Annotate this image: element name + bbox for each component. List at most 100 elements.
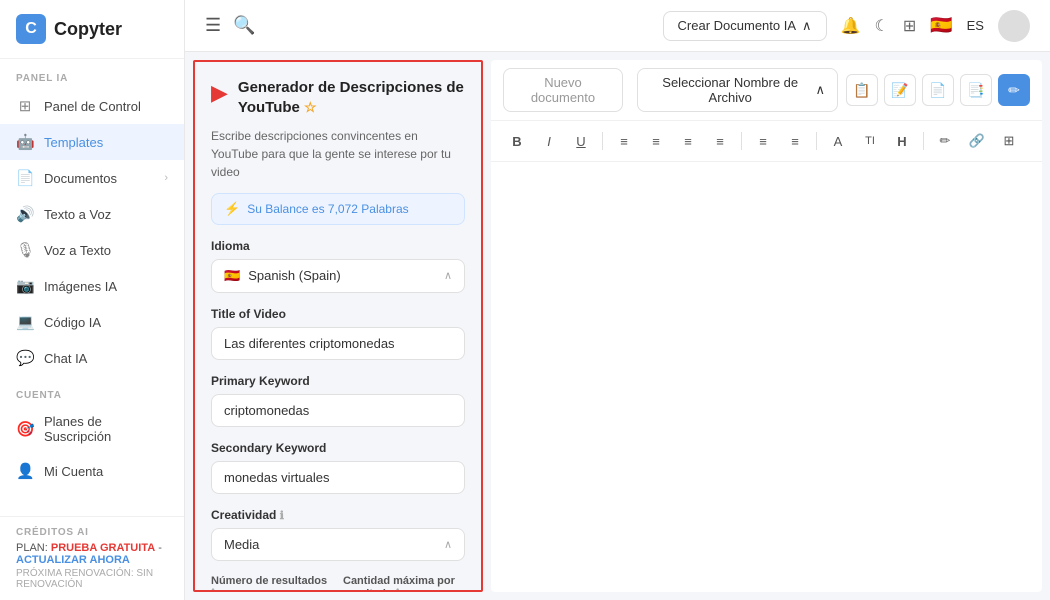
plan-update-link[interactable]: ACTUALIZAR AHORA xyxy=(16,554,130,566)
sidebar-item-voz-a-texto[interactable]: 🎙 Voz a Texto xyxy=(0,232,184,268)
fmt-list-ol[interactable]: ≡ xyxy=(749,127,777,155)
sidebar-item-label: Voz a Texto xyxy=(44,243,111,258)
code-icon: 💻 xyxy=(16,313,34,331)
panel-title-text: Generador de Descripciones de YouTube xyxy=(238,79,464,116)
toolbar-icon-edit[interactable]: 📝 xyxy=(884,74,916,106)
toolbar-icon-active[interactable]: ✏ xyxy=(998,74,1030,106)
idioma-select[interactable]: 🇪🇸 Spanish (Spain) ∧ xyxy=(211,259,465,293)
fmt-bold[interactable]: B xyxy=(503,127,531,155)
doc-name-button[interactable]: Nuevo documento xyxy=(503,68,623,112)
crear-documento-button[interactable]: Crear Documento IA ∧ xyxy=(663,11,827,41)
sidebar-logo: C Copyter xyxy=(0,0,184,59)
cantidad-maxima-col: Cantidad máxima por resultado ℹ 100 xyxy=(343,575,465,593)
sidebar-item-codigo-ia[interactable]: 💻 Código IA xyxy=(0,304,184,340)
toolbar-icon-document[interactable]: 📄 xyxy=(922,74,954,106)
sidebar-section-panel-ia: PANEL IA xyxy=(0,59,184,88)
sidebar-item-templates[interactable]: 🤖 Templates xyxy=(0,124,184,160)
toolbar-icons: 📋 📝 📄 📑 ✏ xyxy=(846,74,1030,106)
editor-area[interactable] xyxy=(491,162,1042,592)
star-icon[interactable]: ☆ xyxy=(304,99,317,115)
sidebar-item-panel-control[interactable]: ⊞ Panel de Control xyxy=(0,88,184,124)
idioma-value: Spanish (Spain) xyxy=(248,268,341,283)
panel-left: ▶ Generador de Descripciones de YouTube … xyxy=(193,60,483,592)
user-icon: 👤 xyxy=(16,462,34,480)
target-icon: 🎯 xyxy=(16,420,34,438)
logo-box: C xyxy=(16,14,46,44)
title-of-video-input[interactable]: Las diferentes criptomonedas xyxy=(211,327,465,360)
fmt-sep-4 xyxy=(923,132,924,150)
sidebar-section-cuenta: CUENTA xyxy=(0,376,184,405)
crear-chevron: ∧ xyxy=(802,18,812,34)
avatar[interactable] xyxy=(998,10,1030,42)
numero-resultados-col: Número de resultados ℹ 1 xyxy=(211,575,333,593)
grid-icon: ⊞ xyxy=(16,97,34,115)
chat-icon: 💬 xyxy=(16,349,34,367)
camera-icon: 📷 xyxy=(16,277,34,295)
fmt-align-right[interactable]: ≡ xyxy=(674,127,702,155)
doc-name-label: Nuevo documento xyxy=(531,75,595,105)
sidebar-item-label: Templates xyxy=(44,135,103,150)
sidebar-item-chat-ia[interactable]: 💬 Chat IA xyxy=(0,340,184,376)
select-file-chevron: ∧ xyxy=(815,82,825,98)
bottom-section: Número de resultados ℹ 1 Cantidad máxima… xyxy=(211,575,465,593)
cantidad-info-icon[interactable]: ℹ xyxy=(396,588,400,593)
creatividad-select[interactable]: Media ∧ xyxy=(211,528,465,561)
logo-text: Copyter xyxy=(54,19,122,40)
toolbar-icon-clipboard[interactable]: 📋 xyxy=(846,74,878,106)
sidebar-item-imagenes-ia[interactable]: 📷 Imágenes IA xyxy=(0,268,184,304)
creatividad-group: Creatividad ℹ Media ∧ xyxy=(211,508,465,561)
fmt-font-color[interactable]: A xyxy=(824,127,852,155)
search-icon[interactable]: 🔍 xyxy=(233,15,255,36)
fmt-heading[interactable]: H xyxy=(888,127,916,155)
fmt-table[interactable]: ⊞ xyxy=(995,127,1023,155)
panel-right: Nuevo documento Seleccionar Nombre de Ar… xyxy=(491,60,1042,592)
title-of-video-value: Las diferentes criptomonedas xyxy=(224,336,395,351)
idioma-select-left: 🇪🇸 Spanish (Spain) xyxy=(224,268,341,284)
fmt-sep-3 xyxy=(816,132,817,150)
plan-free-link[interactable]: PRUEBA GRATUITA xyxy=(51,542,155,554)
numero-label-text: Número de resultados xyxy=(211,575,327,587)
primary-keyword-input[interactable]: criptomonedas xyxy=(211,394,465,427)
editor-format-bar: B I U ≡ ≡ ≡ ≡ ≡ ≡ A TI H ✏ 🔗 ⊞ xyxy=(491,121,1042,162)
sidebar-item-label: Panel de Control xyxy=(44,99,141,114)
renewal-text: PRÓXIMA RENOVACIÓN: SIN RENOVACIÓN xyxy=(16,568,168,590)
panel-description: Escribe descripciones convincentes en Yo… xyxy=(211,127,465,181)
fmt-align-justify[interactable]: ≡ xyxy=(706,127,734,155)
flag-icon: 🇪🇸 xyxy=(930,15,952,36)
sidebar-item-label: Planes de Suscripción xyxy=(44,414,168,444)
fmt-list-ul[interactable]: ≡ xyxy=(781,127,809,155)
fmt-underline[interactable]: U xyxy=(567,127,595,155)
mic-icon: 🎙 xyxy=(16,241,34,259)
fmt-pen[interactable]: ✏ xyxy=(931,127,959,155)
balance-bar: ⚡ Su Balance es 7,072 Palabras xyxy=(211,193,465,225)
sidebar-item-texto-a-voz[interactable]: 🔊 Texto a Voz xyxy=(0,196,184,232)
fmt-text-size[interactable]: TI xyxy=(856,127,884,155)
topnav-right: Crear Documento IA ∧ 🔔 ☾ ⊞ 🇪🇸 ES xyxy=(663,10,1030,42)
toolbar-icon-pages[interactable]: 📑 xyxy=(960,74,992,106)
creatividad-label: Creatividad ℹ xyxy=(211,508,465,522)
creatividad-info-icon[interactable]: ℹ xyxy=(280,510,284,522)
sidebar-item-planes[interactable]: 🎯 Planes de Suscripción xyxy=(0,405,184,453)
sidebar-item-mi-cuenta[interactable]: 👤 Mi Cuenta xyxy=(0,453,184,489)
menu-icon[interactable]: ☰ xyxy=(205,15,221,36)
select-file-button[interactable]: Seleccionar Nombre de Archivo ∧ xyxy=(637,68,838,112)
numero-info-icon[interactable]: ℹ xyxy=(211,588,215,593)
panel-title: Generador de Descripciones de YouTube ☆ xyxy=(238,79,464,116)
fmt-sep-2 xyxy=(741,132,742,150)
secondary-keyword-input[interactable]: monedas virtuales xyxy=(211,461,465,494)
expand-icon[interactable]: ⊞ xyxy=(903,16,916,36)
sidebar-item-documentos[interactable]: 📄 Documentos › xyxy=(0,160,184,196)
sidebar-item-label: Texto a Voz xyxy=(44,207,111,222)
fmt-align-center[interactable]: ≡ xyxy=(642,127,670,155)
fmt-align-left[interactable]: ≡ xyxy=(610,127,638,155)
select-file-label: Seleccionar Nombre de Archivo xyxy=(650,75,811,105)
plan-separator: - xyxy=(155,542,162,554)
bell-icon[interactable]: 🔔 xyxy=(841,16,861,36)
crear-label: Crear Documento IA xyxy=(678,18,797,33)
fmt-link[interactable]: 🔗 xyxy=(963,127,991,155)
fmt-italic[interactable]: I xyxy=(535,127,563,155)
document-icon: 📄 xyxy=(16,169,34,187)
sidebar-bottom: CRÉDITOS AI PLAN: PRUEBA GRATUITA - ACTU… xyxy=(0,516,184,600)
moon-icon[interactable]: ☾ xyxy=(874,16,888,36)
youtube-icon: ▶ xyxy=(211,80,228,106)
